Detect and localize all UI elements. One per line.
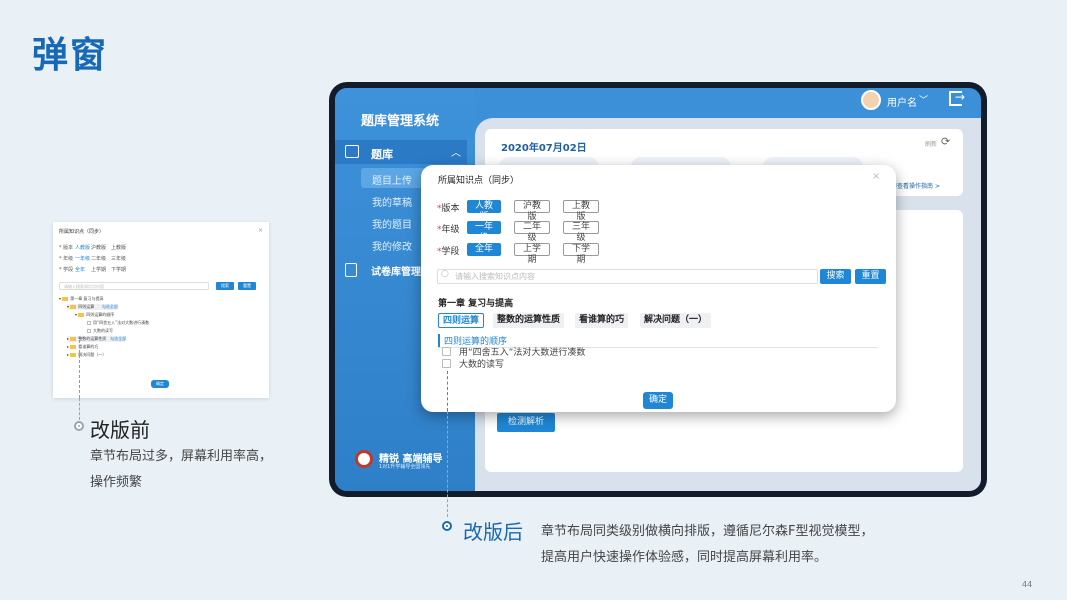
mini-option: 人教版 xyxy=(75,245,91,251)
edition-label: *版本 xyxy=(437,204,460,214)
tab-integer-properties[interactable]: 整数的运算性质 xyxy=(493,313,565,328)
folder-icon xyxy=(70,345,77,349)
after-title: 改版后 xyxy=(463,520,523,544)
folder-icon xyxy=(62,297,69,301)
page-title: 弹窗 xyxy=(32,35,109,76)
dialog-title: 所属知识点（同步） xyxy=(438,176,520,186)
mini-close-icon: × xyxy=(257,227,263,234)
mini-tree-item: ▸ 整数的运算性质 勾选全部 xyxy=(67,336,127,342)
close-icon[interactable]: × xyxy=(872,171,880,182)
mini-row-label: * 版本 xyxy=(59,245,74,251)
folder-icon xyxy=(70,337,77,341)
mini-tree-item: ▸ 解决问题（一） xyxy=(67,352,107,357)
knowledge-point-dialog: 所属知识点（同步） × *版本 人教版 沪教版 上教版 *年级 一年级 二年级 … xyxy=(421,165,896,412)
mini-option: 上教版 xyxy=(111,245,127,251)
edition-option[interactable]: 上教版 xyxy=(563,200,599,222)
menu-label: 题库 xyxy=(371,148,393,161)
edition-option[interactable]: 沪教版 xyxy=(514,200,550,222)
mini-search-button: 搜索 xyxy=(216,282,234,290)
folder-icon xyxy=(70,305,77,309)
connector-line xyxy=(79,340,80,398)
refresh-label: 刷新 xyxy=(925,141,938,148)
ok-button[interactable]: 确定 xyxy=(643,392,673,409)
mini-row-label: * 学段 xyxy=(59,267,74,273)
connector-line xyxy=(447,411,448,517)
grade-option[interactable]: 二年级 xyxy=(514,221,550,243)
mini-option: 上学期 xyxy=(91,267,107,273)
checkbox-icon xyxy=(87,329,91,333)
connector-line xyxy=(79,398,80,420)
mini-option: 全年 xyxy=(75,267,86,273)
brand-slogan: 1对1升学辅导全国领先 xyxy=(379,464,431,470)
after-description: 章节布局同类级别做横向排版，遵循尼尔森F型视觉模型， 提高用户快速操作体验感，同… xyxy=(541,524,874,565)
stage-option[interactable]: 下学期 xyxy=(563,243,599,265)
mini-tree-item: ▸ 看谁算的巧 xyxy=(67,344,99,349)
before-description: 章节布局过多，屏幕利用率高， 操作频繁 xyxy=(90,449,273,490)
folder-icon xyxy=(78,313,85,317)
submenu-item-upload[interactable]: 题目上传 xyxy=(372,172,412,187)
folder-icon xyxy=(70,353,77,357)
edition-option[interactable]: 人教版 xyxy=(467,200,501,222)
document-icon xyxy=(345,263,357,277)
stage-option[interactable]: 全年 xyxy=(467,243,501,256)
mini-tree-item: 用“四舍五入”法对大数进行凑数 xyxy=(87,320,149,326)
checkbox-icon xyxy=(87,321,91,325)
stage-label: *学段 xyxy=(437,247,460,257)
search-placeholder: 请输入搜索知识点内容 xyxy=(455,272,535,281)
tab-arithmetic[interactable]: 四则运算 xyxy=(438,313,485,328)
mini-row-label: * 年级 xyxy=(59,256,74,262)
mini-option: 一年级 xyxy=(75,256,91,262)
connector-line xyxy=(447,371,448,411)
checkbox[interactable] xyxy=(442,347,451,356)
refresh-icon[interactable]: ⟳ xyxy=(941,135,950,148)
submenu-item-my-questions[interactable]: 我的题目 xyxy=(372,216,412,231)
page-number: 44 xyxy=(1022,580,1033,589)
chevron-down-icon[interactable]: ﹀ xyxy=(919,93,928,106)
grade-option[interactable]: 三年级 xyxy=(563,221,599,243)
stage-option[interactable]: 上学期 xyxy=(514,243,550,265)
mini-option: 下学期 xyxy=(111,267,127,273)
system-title: 题库管理系统 xyxy=(361,114,440,129)
bullet-dot-icon xyxy=(442,521,452,531)
logout-arrow-icon: → xyxy=(955,90,966,104)
before-screenshot: 所属知识点（同步） × * 版本 人教版 沪教版 上教版 * 年级 一年级 二年… xyxy=(53,222,269,398)
reset-button[interactable]: 重置 xyxy=(855,269,886,284)
mini-tree-item: ▾ 四则运算的顺序 xyxy=(75,312,115,317)
inbox-icon xyxy=(345,145,359,158)
grade-label: *年级 xyxy=(437,225,460,235)
mini-reset-button: 重置 xyxy=(238,282,256,290)
mini-tree-item: ▾ 四则运算 勾选全部 xyxy=(67,304,118,310)
detect-parse-button[interactable]: 检测解析 xyxy=(497,413,555,432)
mini-dialog-title: 所属知识点（同步） xyxy=(59,229,105,235)
search-icon: ○ xyxy=(441,269,449,279)
mini-option: 二年级 xyxy=(91,256,107,262)
bullet-dot-icon xyxy=(74,421,84,431)
current-date: 2020年07月02日 xyxy=(501,143,587,154)
chapter-title: 第一章 复习与提高 xyxy=(438,299,514,309)
mini-search-input: 请输入搜索知识点内容 xyxy=(59,282,209,290)
username[interactable]: 用户名 xyxy=(887,94,917,109)
brand-logo-icon xyxy=(355,450,373,468)
mini-option: 三年级 xyxy=(111,256,127,262)
mini-tree-item: ▾ 第一章 复习与提高 xyxy=(59,296,104,301)
avatar[interactable] xyxy=(861,90,881,110)
submenu-item-drafts[interactable]: 我的草稿 xyxy=(372,194,412,209)
chevron-up-icon: ︿ xyxy=(451,148,461,159)
knowledge-item: 大数的读写 xyxy=(459,360,505,370)
mini-tree-item: 大数的读写 xyxy=(87,328,113,334)
grade-option[interactable]: 一年级 xyxy=(467,221,501,243)
submenu-item-my-edits[interactable]: 我的修改 xyxy=(372,238,412,253)
tab-clever-calculation[interactable]: 看谁算的巧 xyxy=(575,313,629,328)
checkbox[interactable] xyxy=(442,359,451,368)
mini-ok-button: 确定 xyxy=(151,380,169,388)
tab-problem-solving[interactable]: 解决问题（一） xyxy=(640,313,712,328)
search-button[interactable]: 搜索 xyxy=(820,269,851,284)
menu-item-paper-bank[interactable]: 试卷库管理 xyxy=(371,263,421,278)
before-title: 改版前 xyxy=(90,418,150,442)
mini-option: 沪教版 xyxy=(91,245,107,251)
